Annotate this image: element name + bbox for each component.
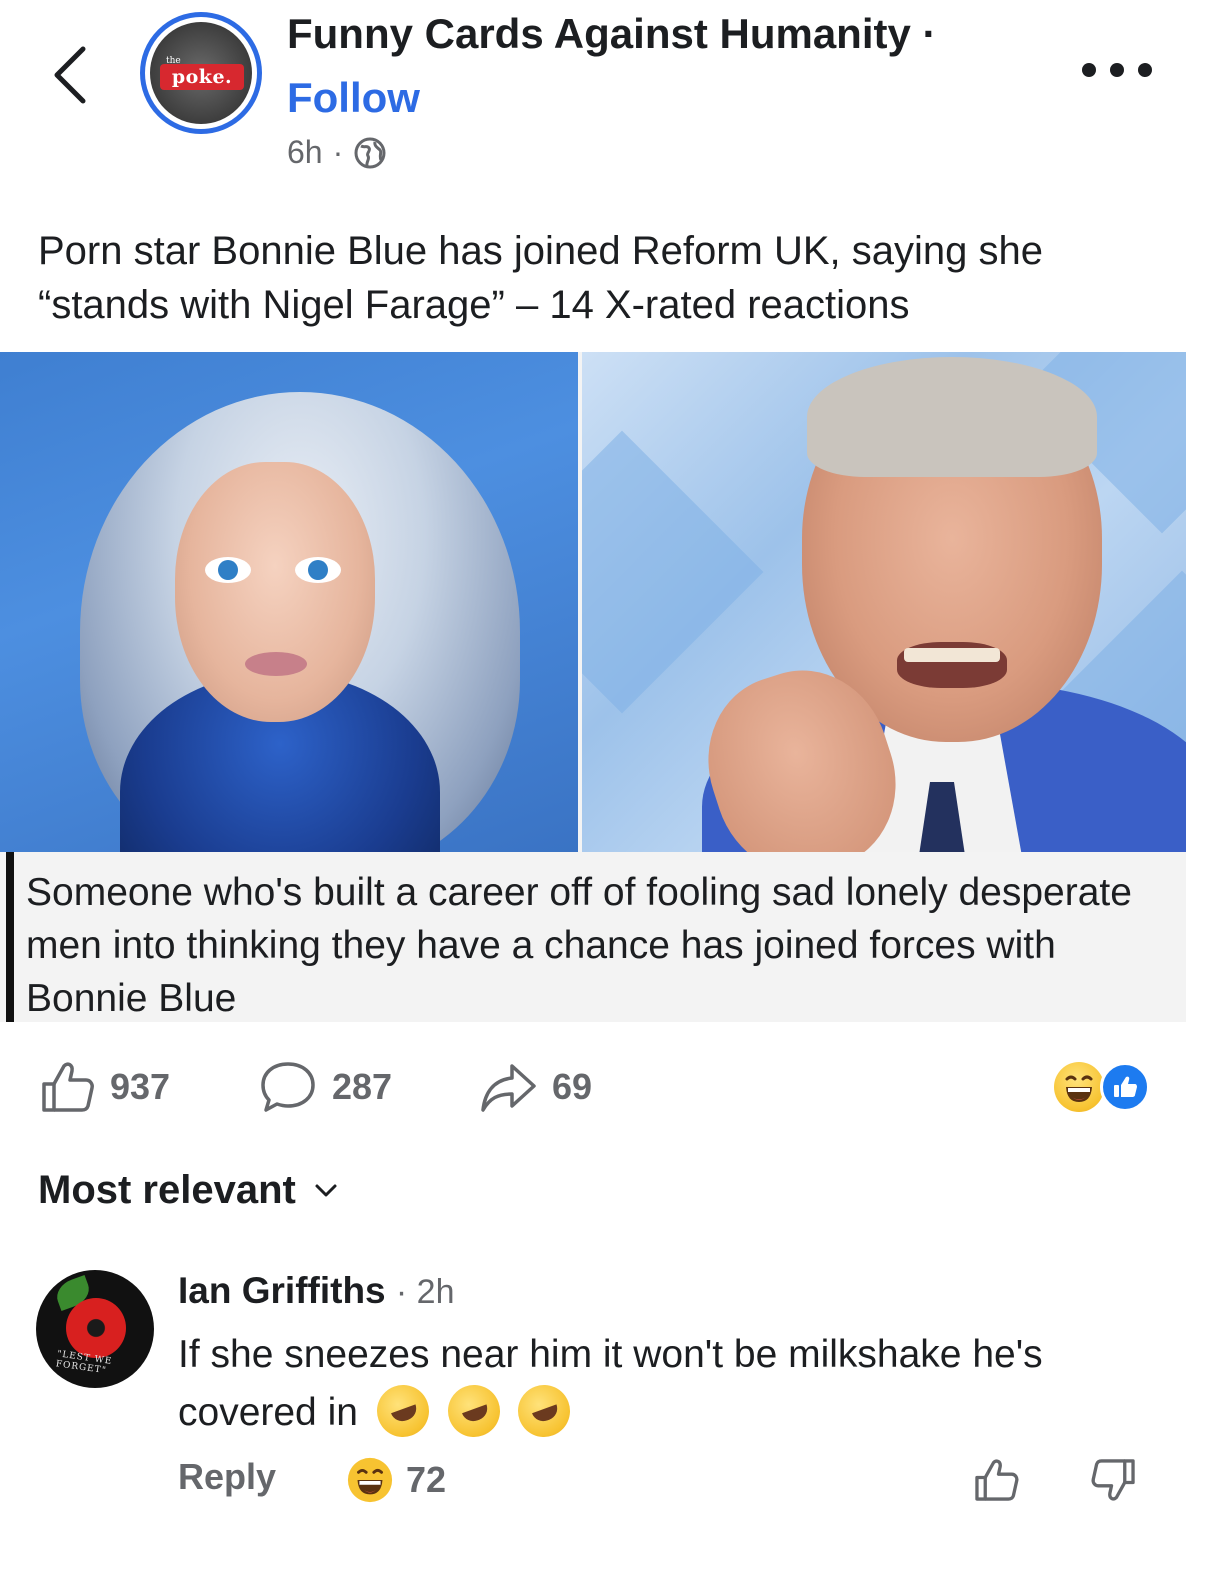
laugh-emoji	[347, 1457, 393, 1503]
laugh-emoji	[1054, 1062, 1104, 1112]
comment-header: Ian Griffiths · 2h	[178, 1270, 455, 1312]
like-icon	[42, 1062, 94, 1112]
comment-body: If she sneezes near him it won't be milk…	[178, 1333, 1043, 1434]
back-icon	[54, 46, 86, 104]
rofl-emoji	[511, 1377, 578, 1445]
more-options-button[interactable]	[1082, 56, 1152, 84]
logo-text: poke.	[160, 64, 244, 90]
share-icon	[481, 1064, 536, 1112]
poppy-icon	[66, 1298, 126, 1358]
post-image[interactable]: Someone who's built a career off of fool…	[0, 352, 1186, 1022]
portrait-face	[175, 462, 375, 722]
rofl-emoji	[440, 1377, 507, 1445]
rofl-emoji	[369, 1377, 437, 1445]
comment-count: 287	[332, 1066, 393, 1107]
like-emoji	[1100, 1062, 1150, 1112]
post-time: 6h	[287, 134, 323, 170]
image-left-panel	[0, 352, 578, 852]
post-meta: 6h ·	[287, 134, 387, 171]
commenter-avatar[interactable]: "LEST WE FORGET"	[36, 1270, 154, 1388]
comment-dislike-button[interactable]	[1090, 1456, 1138, 1509]
lips	[245, 652, 307, 676]
post-text: Porn star Bonnie Blue has joined Reform …	[38, 229, 1043, 327]
image-right-panel	[582, 352, 1186, 852]
thumbs-down-icon	[1091, 1459, 1135, 1501]
more-icon-dot	[1110, 63, 1124, 77]
follow-button[interactable]: Follow	[287, 74, 420, 122]
thumbs-up-icon	[975, 1459, 1019, 1501]
like-button[interactable]: 937	[38, 1058, 170, 1116]
globe-icon	[354, 137, 386, 168]
image-caption: Someone who's built a career off of fool…	[26, 871, 1132, 1020]
reaction-summary[interactable]	[1054, 1062, 1150, 1114]
portrait-hair	[807, 357, 1097, 477]
comment-reaction-count: 72	[406, 1459, 447, 1500]
comment-author[interactable]: Ian Griffiths	[178, 1270, 386, 1311]
comment-actions: Reply 72	[178, 1456, 1148, 1506]
sort-label: Most relevant	[38, 1168, 296, 1212]
comment-text: If she sneezes near him it won't be milk…	[178, 1326, 1138, 1445]
eye	[205, 557, 251, 583]
chevron-down-icon	[315, 1184, 337, 1196]
reply-button[interactable]: Reply	[178, 1456, 276, 1498]
page-logo: the poke.	[150, 22, 252, 124]
comment-reactions[interactable]: 72	[346, 1456, 446, 1504]
more-icon	[1082, 63, 1096, 77]
share-button[interactable]: 69	[478, 1058, 592, 1116]
page-avatar[interactable]: the poke.	[140, 12, 262, 134]
comment-icon	[261, 1062, 315, 1112]
image-caption-box: Someone who's built a career off of fool…	[6, 852, 1186, 1022]
meta-separator: ·	[332, 134, 344, 170]
teeth	[904, 648, 1000, 662]
comment-button[interactable]: 287	[258, 1058, 392, 1116]
background-star	[582, 430, 764, 714]
comment-sort-dropdown[interactable]: Most relevant	[38, 1168, 338, 1213]
more-icon-dot	[1138, 63, 1152, 77]
eye	[295, 557, 341, 583]
comment-time: · 2h	[395, 1273, 455, 1311]
comment-like-button[interactable]	[972, 1456, 1020, 1509]
page-name[interactable]: Funny Cards Against Humanity ·	[287, 10, 937, 58]
post-actions: 937 287 69	[38, 1058, 1168, 1118]
share-count: 69	[552, 1066, 593, 1107]
back-button[interactable]	[44, 40, 96, 110]
like-count: 937	[110, 1066, 171, 1107]
